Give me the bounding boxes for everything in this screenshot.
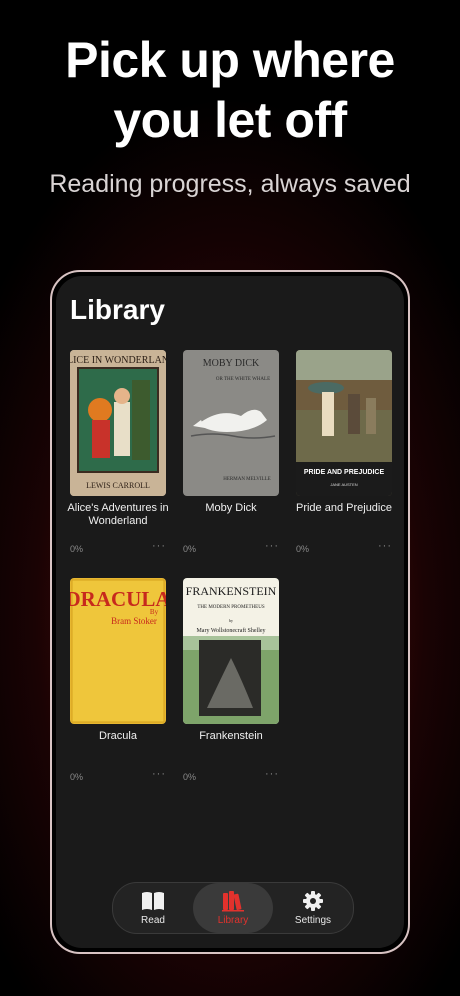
progress-label: 0% (70, 544, 84, 554)
more-options-icon[interactable]: ··· (152, 540, 166, 552)
headline: Pick up where you let off (0, 30, 460, 150)
book-open-icon (142, 892, 164, 910)
subheadline: Reading progress, always saved (49, 170, 411, 198)
cover-author-text: JANE AUSTEN (330, 482, 357, 487)
book-title: Moby Dick (205, 502, 257, 514)
cover-title-text: MOBY DICK (203, 358, 260, 369)
progress-label: 0% (183, 772, 197, 782)
tab-bar: Read Library Settings (112, 882, 354, 934)
tab-read[interactable]: Read (113, 883, 193, 933)
cover-subtitle-text: OR THE WHITE WHALE (216, 377, 270, 382)
cover-title-text: PRIDE AND PREJUDICE (304, 469, 385, 476)
library-title: Library (70, 294, 165, 325)
cover-author-text: LEWIS CARROLL (86, 481, 150, 490)
tab-library[interactable]: Library (193, 883, 273, 933)
cover-author-text: HERMAN MELVILLE (223, 477, 270, 482)
more-options-icon[interactable]: ··· (265, 768, 279, 780)
books-icon (222, 891, 244, 912)
cover-author-text: Bram Stoker (111, 616, 157, 626)
more-options-icon[interactable]: ··· (378, 540, 392, 552)
book-cover[interactable]: MOBY DICK OR THE WHITE WHALE HERMAN MELV… (183, 350, 279, 496)
more-options-icon[interactable]: ··· (265, 540, 279, 552)
cover-author-text: Mary Wollstonecraft Shelley (196, 627, 265, 634)
tab-label: Read (141, 915, 165, 926)
progress-label: 0% (183, 544, 197, 554)
book-cover[interactable]: PRIDE AND PREJUDICE JANE AUSTEN (296, 350, 392, 496)
book-title: Alice's Adventures in Wonderland (67, 502, 169, 527)
cover-title-text: FRANKENSTEIN (186, 584, 277, 598)
gear-icon (303, 891, 323, 911)
cover-by-text: By (150, 608, 159, 616)
book-cover[interactable]: FRANKENSTEIN THE MODERN PROMETHEUS by Ma… (183, 578, 279, 724)
cover-title-text: ALICE IN WONDERLAND (70, 355, 166, 366)
tab-label: Library (217, 915, 249, 926)
headline-line-1: Pick up where (65, 32, 395, 88)
book-title: Frankenstein (199, 730, 263, 742)
headline-line-2: you let off (113, 92, 347, 148)
cover-by-text: by (229, 618, 233, 623)
phone-frame: Library ALICE IN WONDERLAND LEWIS CARROL… (50, 270, 410, 954)
app-screen: Library ALICE IN WONDERLAND LEWIS CARROL… (56, 276, 404, 948)
book-title: Dracula (99, 730, 137, 742)
cover-subtitle-text: THE MODERN PROMETHEUS (197, 605, 264, 610)
book-cover[interactable]: ALICE IN WONDERLAND LEWIS CARROLL (70, 350, 166, 496)
tab-settings[interactable]: Settings (273, 883, 353, 933)
book-title: Pride and Prejudice (295, 502, 392, 514)
tab-label: Settings (294, 915, 332, 926)
progress-label: 0% (296, 544, 310, 554)
more-options-icon[interactable]: ··· (152, 768, 166, 780)
progress-label: 0% (70, 772, 84, 782)
book-cover[interactable]: DRACULA By Bram Stoker (70, 578, 166, 724)
